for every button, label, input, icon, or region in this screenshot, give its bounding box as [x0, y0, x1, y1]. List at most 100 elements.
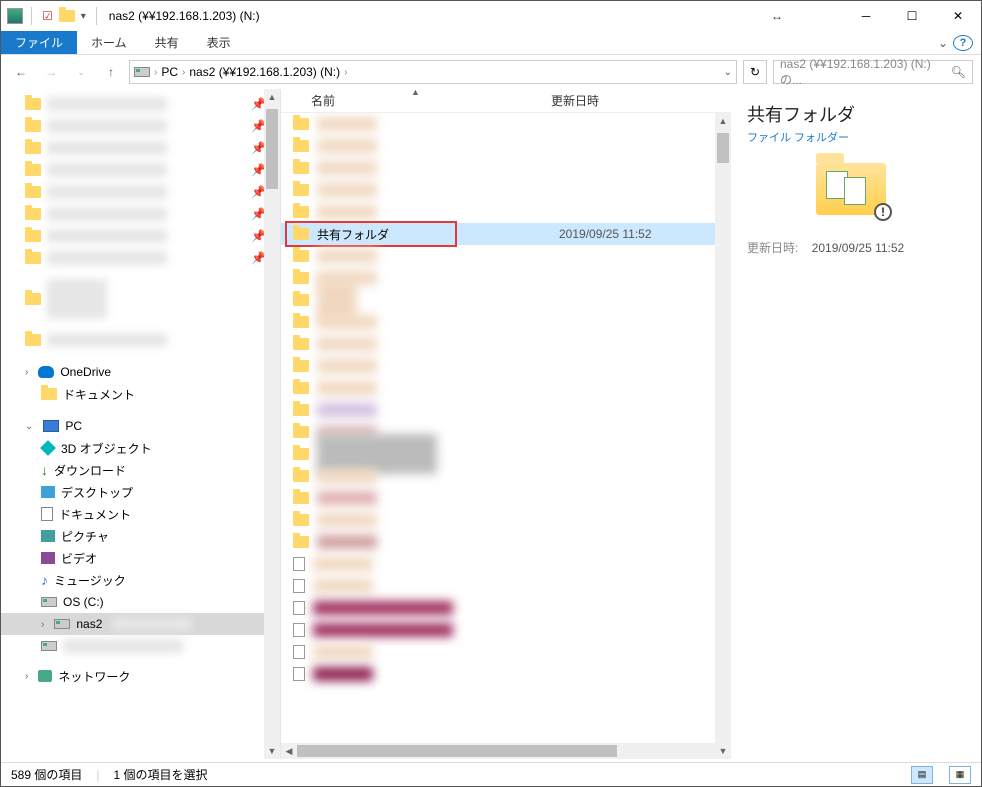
nav-downloads[interactable]: ↓ダウンロード [1, 459, 280, 481]
file-row[interactable] [281, 377, 731, 399]
file-row[interactable] [281, 333, 731, 355]
nav-pictures[interactable]: ピクチャ [1, 525, 280, 547]
nav-network[interactable]: ›ネットワーク [1, 665, 280, 687]
file-row[interactable] [281, 553, 731, 575]
nav-documents[interactable]: ドキュメント [1, 503, 280, 525]
file-row[interactable] [281, 465, 731, 487]
scroll-down-icon[interactable]: ▼ [264, 743, 280, 759]
nav-3d-objects[interactable]: 3D オブジェクト [1, 437, 280, 459]
nav-item-redacted[interactable] [1, 635, 280, 657]
refresh-button[interactable]: ↻ [743, 60, 767, 84]
nav-quickaccess-item[interactable]: 📌 [1, 247, 280, 269]
tab-file[interactable]: ファイル [1, 31, 77, 54]
nav-onedrive[interactable]: ›OneDrive [1, 361, 280, 383]
nav-quickaccess-item[interactable]: 📌 [1, 225, 280, 247]
scroll-up-icon[interactable]: ▲ [715, 113, 731, 129]
breadcrumb-pc[interactable]: PC [161, 65, 178, 79]
nav-music[interactable]: ♪ミュージック [1, 569, 280, 591]
file-row[interactable] [281, 289, 731, 311]
file-row[interactable] [281, 641, 731, 663]
address-bar[interactable]: › PC › nas2 (¥¥192.168.1.203) (N:) › ⌄ [129, 60, 737, 84]
redacted-text [317, 315, 377, 329]
file-row[interactable] [281, 663, 731, 685]
tab-home[interactable]: ホーム [77, 31, 141, 54]
view-large-button[interactable]: ▦ [949, 766, 971, 784]
view-details-button[interactable]: ▤ [911, 766, 933, 784]
scrollbar-thumb[interactable] [297, 745, 617, 757]
scroll-down-icon[interactable]: ▼ [715, 743, 731, 759]
nav-quickaccess-item[interactable]: 📌 [1, 159, 280, 181]
file-row[interactable] [281, 597, 731, 619]
scrollbar-thumb[interactable] [266, 109, 278, 189]
scrollbar-thumb[interactable] [717, 133, 729, 163]
file-row[interactable] [281, 399, 731, 421]
file-row[interactable] [281, 245, 731, 267]
forward-button[interactable]: → [39, 60, 63, 84]
chevron-down-icon[interactable]: ⌄ [25, 421, 33, 432]
back-button[interactable]: ← [9, 60, 33, 84]
file-row[interactable] [281, 311, 731, 333]
column-header-name[interactable]: 名前 [311, 92, 551, 109]
chevron-right-icon[interactable]: › [25, 671, 28, 682]
nav-scrollbar[interactable]: ▲ ▼ [264, 89, 280, 759]
file-row[interactable] [281, 443, 731, 465]
nav-quickaccess-item[interactable]: 📌 [1, 181, 280, 203]
nav-label: OS (C:) [63, 595, 104, 609]
ribbon-expand-icon[interactable]: ⌄ [933, 31, 953, 54]
checkbox-icon[interactable]: ☑ [42, 9, 53, 23]
nav-quickaccess-item[interactable] [1, 329, 280, 351]
nav-pc[interactable]: ⌄PC [1, 415, 280, 437]
scroll-up-icon[interactable]: ▲ [264, 89, 280, 105]
nav-quickaccess-item[interactable]: 📌 [1, 93, 280, 115]
maximize-button[interactable]: ☐ [889, 1, 935, 31]
file-row[interactable] [281, 135, 731, 157]
search-input[interactable]: nas2 (¥¥192.168.1.203) (N:)の... 🔍︎ [773, 60, 973, 84]
breadcrumb-location[interactable]: nas2 (¥¥192.168.1.203) (N:) [189, 65, 340, 79]
chevron-right-icon[interactable]: › [344, 67, 347, 78]
recent-dropdown-icon[interactable]: ⌄ [69, 60, 93, 84]
nav-quickaccess-item[interactable]: 📌 [1, 115, 280, 137]
qat-dropdown-icon[interactable]: ▾ [81, 11, 86, 22]
search-icon[interactable]: 🔍︎ [951, 65, 966, 79]
close-button[interactable]: ✕ [935, 1, 981, 31]
nav-onedrive-documents[interactable]: ドキュメント [1, 383, 280, 405]
column-header-date[interactable]: 更新日時 [551, 92, 671, 109]
nav-nas2[interactable]: ›nas2 [1, 613, 280, 635]
redacted-text [317, 381, 377, 395]
file-row[interactable] [281, 531, 731, 553]
file-row[interactable] [281, 575, 731, 597]
file-icon [293, 645, 305, 659]
nav-quickaccess-item[interactable]: 📌 [1, 137, 280, 159]
address-dropdown-icon[interactable]: ⌄ [724, 67, 732, 78]
nav-videos[interactable]: ビデオ [1, 547, 280, 569]
file-row[interactable] [281, 619, 731, 641]
up-button[interactable]: ↑ [99, 60, 123, 84]
file-row[interactable] [281, 179, 731, 201]
tab-view[interactable]: 表示 [193, 31, 245, 54]
help-icon[interactable]: ? [953, 35, 973, 51]
nav-desktop[interactable]: デスクトップ [1, 481, 280, 503]
file-row[interactable] [281, 509, 731, 531]
filelist-scrollbar[interactable]: ▲ ▼ [715, 113, 731, 759]
file-row[interactable] [281, 487, 731, 509]
nav-label: ダウンロード [54, 462, 126, 479]
chevron-right-icon[interactable]: › [182, 67, 185, 78]
folder-icon[interactable] [59, 10, 75, 22]
chevron-right-icon[interactable]: › [25, 367, 28, 378]
file-row[interactable] [281, 157, 731, 179]
scroll-left-icon[interactable]: ◀ [281, 746, 297, 757]
file-icon [293, 579, 305, 593]
file-row[interactable] [281, 113, 731, 135]
file-row[interactable] [281, 201, 731, 223]
nav-os-drive[interactable]: OS (C:) [1, 591, 280, 613]
file-row-selected[interactable]: 共有フォルダ 2019/09/25 11:52 [281, 223, 731, 245]
minimize-button[interactable]: ─ [843, 1, 889, 31]
file-row[interactable] [281, 355, 731, 377]
chevron-right-icon[interactable]: › [154, 67, 157, 78]
redacted-text [317, 535, 377, 549]
nav-quickaccess-item[interactable]: 📌 [1, 203, 280, 225]
tab-share[interactable]: 共有 [141, 31, 193, 54]
horizontal-scrollbar[interactable]: ◀ ▶ [281, 743, 731, 759]
nav-quickaccess-item[interactable] [1, 269, 280, 329]
chevron-right-icon[interactable]: › [41, 619, 44, 630]
